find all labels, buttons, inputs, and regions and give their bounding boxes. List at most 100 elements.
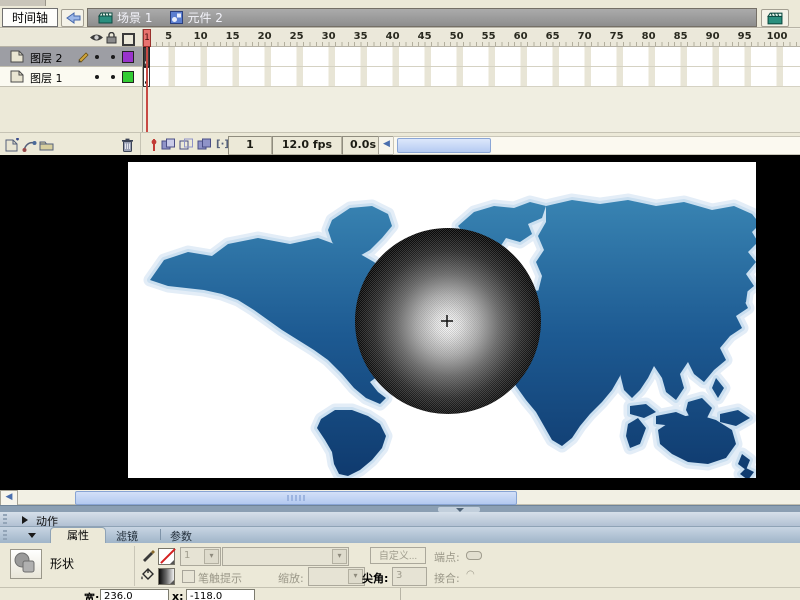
ruler-number: 20 (257, 31, 272, 42)
ruler-number: 55 (481, 31, 496, 42)
layer-name[interactable]: 图层 2 (30, 50, 63, 66)
custom-stroke-button[interactable]: 自定义... (370, 547, 426, 564)
stage-horizontal-scrollbar[interactable]: ◀ (0, 490, 800, 506)
layer-row-2[interactable]: 图层 2 (0, 47, 143, 67)
ruler-number: 5 (165, 31, 173, 42)
outline-column-icon[interactable] (122, 33, 135, 46)
stage-canvas[interactable] (128, 162, 756, 478)
current-frame-field[interactable]: 1 (228, 136, 272, 155)
show-hide-eye-icon[interactable] (89, 32, 104, 46)
stroke-style-select[interactable]: ▾ (222, 547, 349, 566)
layer-page-icon (10, 70, 24, 86)
edit-bar: 场景 1 元件 2 (87, 8, 757, 27)
add-motion-guide-icon[interactable] (21, 136, 38, 153)
tab-properties[interactable]: 属性 (50, 527, 106, 544)
fill-color-swatch[interactable] (158, 568, 175, 585)
flash-application-window: 时间轴 场景 1 元件 2 5 10 15 20 25 30 35 40 45 … (0, 0, 800, 600)
layer-1-frames[interactable] (143, 67, 800, 87)
layer-name[interactable]: 图层 1 (30, 70, 63, 86)
stroke-hinting-checkbox[interactable] (182, 570, 195, 583)
collapsed-arrow-icon[interactable] (22, 516, 28, 524)
edit-scene-button[interactable] (761, 9, 789, 27)
panel-grip (3, 514, 7, 524)
miter-input[interactable]: 3 (392, 567, 427, 586)
delete-layer-trash-icon[interactable] (119, 136, 136, 153)
insert-layer-icon[interactable] (4, 136, 21, 153)
stroke-height-select[interactable]: 1 ▾ (180, 547, 221, 566)
pencil-edit-icon (76, 49, 90, 66)
layer-lock-dot[interactable] (111, 55, 115, 59)
timeline-toolbar: [·] 1 12.0 fps 0.0s ◀ (0, 132, 800, 157)
divider (400, 588, 401, 600)
lock-icon[interactable] (106, 31, 117, 47)
scroll-left-arrow[interactable]: ◀ (0, 490, 18, 506)
layer-visible-dot[interactable] (95, 75, 99, 79)
frame-rate-field[interactable]: 12.0 fps (272, 136, 342, 155)
world-map-artwork (128, 162, 756, 478)
property-inspector-tabbar: 属性 滤镜 参数 (0, 527, 800, 544)
layer-row-1[interactable]: 图层 1 (0, 67, 143, 87)
layer-area-empty (0, 87, 143, 132)
divider (134, 546, 135, 586)
symbol-crumb[interactable]: 元件 2 (170, 9, 223, 26)
ruler-number: 65 (545, 31, 560, 42)
scale-select[interactable]: ▾ (308, 567, 365, 586)
frame-area-empty (143, 87, 800, 132)
shape-preview-icon (10, 549, 42, 579)
back-button[interactable] (61, 9, 84, 27)
width-label: 宽: (84, 592, 100, 600)
layer-2-frames[interactable] (143, 47, 800, 67)
layer-outline-swatch[interactable] (122, 51, 134, 63)
layer-outline-swatch[interactable] (122, 71, 134, 83)
selected-gradient-sphere (355, 228, 541, 414)
tab-filters[interactable]: 滤镜 (116, 528, 138, 544)
selection-type-label: 形状 (50, 557, 75, 571)
tab-parameters[interactable]: 参数 (170, 528, 192, 544)
cap-label: 端点: (434, 551, 460, 564)
ruler-number: 10 (193, 31, 208, 42)
expanded-arrow-icon[interactable] (28, 533, 36, 538)
onion-skin-icon[interactable] (160, 136, 177, 153)
ruler-number: 50 (449, 31, 464, 42)
layer-page-icon (10, 50, 24, 66)
timeline-scrollbar-thumb[interactable] (397, 138, 491, 153)
ruler-number: 45 (417, 31, 432, 42)
stroke-color-swatch[interactable] (158, 548, 176, 565)
playhead[interactable]: 1 (143, 29, 151, 47)
actions-panel-header[interactable]: 动作 (0, 512, 800, 528)
tab-separator (160, 529, 161, 540)
cap-style-icon[interactable] (466, 551, 482, 560)
join-style-icon[interactable]: ◠ (466, 569, 475, 580)
timeline-panel-title-button[interactable]: 时间轴 (2, 8, 58, 27)
layer-visible-dot[interactable] (95, 55, 99, 59)
panel-splitter[interactable] (0, 505, 800, 512)
pasteboard[interactable] (0, 155, 800, 490)
ruler-number: 80 (641, 31, 656, 42)
insert-layer-folder-icon[interactable] (38, 136, 55, 153)
ruler-number: 75 (609, 31, 624, 42)
x-input[interactable]: -118.0 (186, 589, 255, 600)
ruler-number: 95 (737, 31, 752, 42)
stroke-pencil-icon (141, 548, 155, 565)
edit-multiple-frames-icon[interactable] (196, 136, 213, 153)
ruler-number: 15 (225, 31, 240, 42)
ruler-number: 100 (766, 31, 788, 42)
join-label: 接合: (434, 572, 460, 585)
ruler-number: 60 (513, 31, 528, 42)
stage-scrollbar-thumb[interactable] (75, 491, 517, 505)
width-input[interactable]: 236.0 (100, 589, 169, 600)
scene-label[interactable]: 场景 1 (117, 9, 152, 26)
timeline-scrollbar[interactable] (393, 136, 800, 155)
timeline-panel: 5 10 15 20 25 30 35 40 45 50 55 60 65 70 75 80 85 90 95 100… (0, 27, 800, 157)
symbol-icon (170, 11, 184, 24)
scene-crumb[interactable]: 场景 1 (98, 9, 152, 26)
symbol-label[interactable]: 元件 2 (187, 9, 222, 26)
x-label: x: (172, 590, 184, 600)
ruler-number: 70 (577, 31, 592, 42)
ruler-number: 25 (289, 31, 304, 42)
playhead-line (146, 47, 148, 132)
stroke-hinting-label: 笔触提示 (198, 572, 242, 585)
layer-lock-dot[interactable] (111, 75, 115, 79)
onion-skin-outlines-icon[interactable] (178, 136, 195, 153)
scene-icon (98, 12, 113, 23)
